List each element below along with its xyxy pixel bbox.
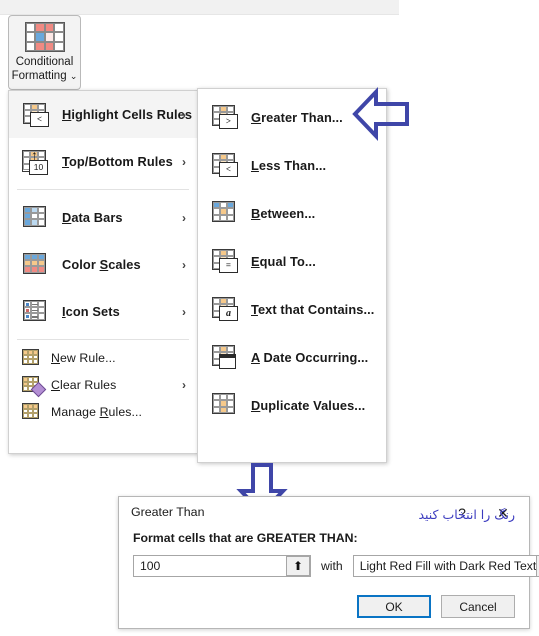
icon-sets-icon (22, 299, 50, 325)
color-scales-icon (22, 252, 50, 278)
submenu-item-between[interactable]: Between... (198, 189, 386, 237)
submenu-item-equal-to[interactable]: = Equal To... (198, 237, 386, 285)
greater-than-icon: > (211, 104, 239, 130)
menu-separator (17, 339, 189, 340)
dialog-prompt: Format cells that are GREATER THAN: (133, 531, 358, 545)
conditional-formatting-icon (24, 22, 65, 52)
format-select-value: Light Red Fill with Dark Red Text (359, 559, 537, 573)
menu-item-label: Data Bars (62, 210, 123, 225)
dialog-input-row: ⬆ with Light Red Fill with Dark Red Text… (133, 555, 539, 577)
submenu-item-label: Greater Than... (251, 109, 343, 125)
submenu-item-label: A Date Occurring... (251, 349, 369, 365)
cf-label-line1: Conditional (15, 56, 74, 68)
menu-item-label: Icon Sets (62, 304, 120, 319)
new-rule-icon (22, 349, 41, 366)
menu-separator (17, 189, 189, 190)
submenu-item-label: Equal To... (251, 253, 316, 269)
value-input-wrapper[interactable]: ⬆ (133, 555, 311, 577)
menu-item-new-rule[interactable]: New Rule... (9, 344, 197, 371)
menu-item-label: New Rule... (51, 350, 116, 365)
chevron-right-icon: › (182, 304, 186, 319)
chevron-right-icon: › (182, 257, 186, 272)
menu-item-label: Manage Rules... (51, 404, 143, 419)
submenu-item-label: Duplicate Values... (251, 397, 366, 413)
range-picker-button[interactable]: ⬆ (286, 556, 310, 576)
highlight-cells-rules-icon: < (22, 102, 50, 128)
dialog-body: Format cells that are GREATER THAN: رنگ … (119, 507, 539, 577)
persian-annotation-note: رنگ را انتخاب کنید (418, 507, 515, 522)
menu-item-clear-rules[interactable]: Clear Rules › (9, 371, 197, 398)
duplicate-values-icon (211, 392, 239, 418)
chevron-down-icon[interactable]: ⌄ (70, 71, 78, 81)
submenu-item-duplicate-values[interactable]: Duplicate Values... (198, 381, 386, 429)
value-input[interactable] (134, 556, 286, 576)
top-bottom-rules-icon: ↑ 10 (22, 148, 50, 175)
menu-item-icon-sets[interactable]: Icon Sets › (9, 288, 197, 335)
conditional-formatting-label: Conditional Formatting ⌄ (9, 55, 80, 83)
submenu-item-text-that-contains[interactable]: a Text that Contains... (198, 285, 386, 333)
menu-item-highlight-cells-rules[interactable]: < Highlight Cells Rules › (9, 91, 197, 138)
menu-item-top-bottom-rules[interactable]: ↑ 10 Top/Bottom Rules › (9, 138, 197, 185)
menu-item-manage-rules[interactable]: Manage Rules... (9, 398, 197, 425)
equal-to-icon: = (211, 248, 239, 274)
format-select[interactable]: Light Red Fill with Dark Red Text ⌄ (352, 555, 539, 577)
dialog-buttons: OK Cancel (357, 595, 515, 618)
menu-item-data-bars[interactable]: Data Bars › (9, 194, 197, 241)
with-label: with (321, 559, 343, 573)
conditional-formatting-button[interactable]: Conditional Formatting ⌄ (8, 15, 81, 90)
chevron-right-icon: › (182, 107, 186, 122)
data-bars-icon (22, 205, 50, 231)
a-date-occurring-icon (211, 344, 239, 370)
highlight-cells-rules-submenu: > Greater Than... < Less Than... Between… (197, 88, 387, 463)
manage-rules-icon (22, 403, 41, 420)
less-than-icon: < (211, 152, 239, 178)
menu-item-label: Highlight Cells Rules (62, 107, 193, 122)
menu-item-color-scales[interactable]: Color Scales › (9, 241, 197, 288)
menu-item-label: Color Scales (62, 257, 141, 272)
chevron-right-icon: › (182, 154, 186, 169)
ribbon-strip (0, 0, 399, 15)
submenu-item-label: Less Than... (251, 157, 327, 173)
ok-button[interactable]: OK (357, 595, 431, 618)
clear-rules-icon (22, 376, 47, 398)
submenu-item-label: Between... (251, 205, 316, 221)
conditional-formatting-menu: < Highlight Cells Rules › ↑ 10 Top/Botto… (8, 90, 198, 454)
left-arrow-annotation (352, 87, 409, 141)
chevron-right-icon: › (182, 377, 186, 392)
cancel-button[interactable]: Cancel (441, 595, 515, 618)
greater-than-dialog: Greater Than ? ✕ Format cells that are G… (118, 496, 539, 629)
dialog-title: Greater Than (131, 505, 205, 519)
text-that-contains-icon: a (211, 296, 239, 322)
submenu-item-label: Text that Contains... (251, 301, 375, 317)
submenu-item-less-than[interactable]: < Less Than... (198, 141, 386, 189)
chevron-right-icon: › (182, 210, 186, 225)
submenu-item-a-date-occurring[interactable]: A Date Occurring... (198, 333, 386, 381)
menu-item-label: Top/Bottom Rules (62, 154, 173, 169)
cf-label-line2: Formatting (11, 70, 67, 82)
between-icon (211, 200, 239, 226)
menu-item-label: Clear Rules (51, 377, 117, 392)
